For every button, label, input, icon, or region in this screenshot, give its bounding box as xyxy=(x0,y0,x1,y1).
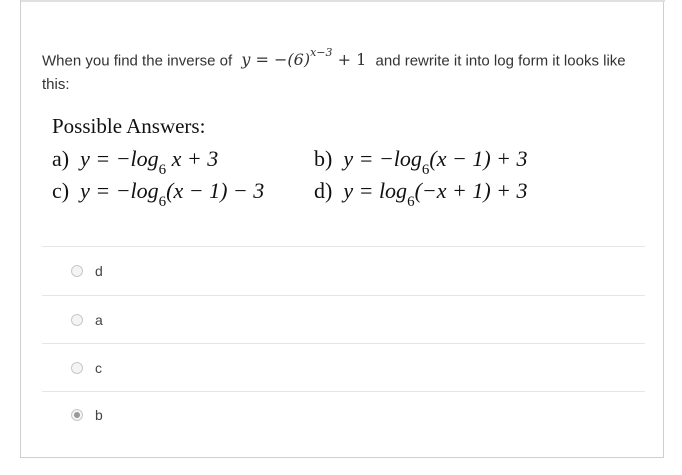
choice-label: c xyxy=(95,360,102,376)
answer-after: x + 3 xyxy=(166,146,219,171)
choice-label: d xyxy=(95,263,103,279)
question-text: When you find the inverse of y = −(6)x−3… xyxy=(42,44,647,97)
answer-c: c) y = −log6(x − 1) − 3 xyxy=(52,178,265,211)
divider xyxy=(42,391,645,392)
equation-suffix: + 1 xyxy=(332,50,367,70)
question-prefix: When you find the inverse of xyxy=(42,52,233,70)
answer-after: (x − 1) − 3 xyxy=(166,178,265,203)
equation-main: y = −(6) xyxy=(241,50,311,70)
answer-base: 6 xyxy=(421,162,430,179)
answer-text: y = −log xyxy=(343,146,422,171)
answer-b: b) y = −log6(x − 1) + 3 xyxy=(314,146,528,179)
answer-text: y = −log xyxy=(80,178,159,203)
answer-text: y = log xyxy=(343,178,408,203)
answer-after: (−x + 1) + 3 xyxy=(414,178,528,203)
possible-answers-title: Possible Answers: xyxy=(52,114,206,138)
divider xyxy=(42,246,645,247)
radio-button-selected[interactable] xyxy=(71,409,83,421)
choice-label: b xyxy=(95,407,103,423)
answer-text: y = −log xyxy=(80,146,159,171)
answer-base: 6 xyxy=(158,194,167,211)
radio-button[interactable] xyxy=(71,314,83,326)
answer-letter: a) xyxy=(52,146,70,171)
divider xyxy=(42,343,645,344)
possible-answers-image: Possible Answers: a) y = −log6 x + 3 b) … xyxy=(52,108,612,213)
choice-b[interactable]: b xyxy=(71,404,103,426)
question-equation: y = −(6)x−3 + 1 xyxy=(236,46,371,70)
answer-base: 6 xyxy=(407,194,415,211)
equation-exponent: x−3 xyxy=(310,46,333,59)
answer-base: 6 xyxy=(158,162,167,179)
answer-a: a) y = −log6 x + 3 xyxy=(52,146,219,179)
question-card: When you find the inverse of y = −(6)x−3… xyxy=(20,0,665,458)
choice-a[interactable]: a xyxy=(71,309,103,331)
choice-label: a xyxy=(95,312,103,328)
answer-after: (x − 1) + 3 xyxy=(429,146,528,171)
answer-letter: c) xyxy=(52,178,70,203)
answer-letter: d) xyxy=(314,178,333,203)
top-border xyxy=(21,0,665,2)
radio-button[interactable] xyxy=(71,265,83,277)
choice-c[interactable]: c xyxy=(71,357,102,379)
choice-d[interactable]: d xyxy=(71,260,103,282)
divider xyxy=(42,295,645,296)
radio-button[interactable] xyxy=(71,362,83,374)
answer-d: d) y = log6(−x + 1) + 3 xyxy=(314,178,528,211)
answer-letter: b) xyxy=(314,146,333,171)
